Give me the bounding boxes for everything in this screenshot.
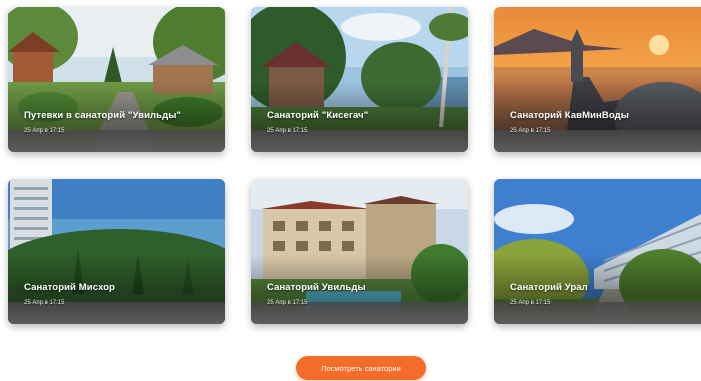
card-title: Санаторий "Кисегач" xyxy=(267,110,369,121)
card-date: 25 Апр в 17:15 xyxy=(267,128,308,134)
card-ural[interactable]: Санаторий Урал 25 Апр в 17:15 xyxy=(494,179,701,324)
card-title: Санаторий Увильды xyxy=(267,282,366,293)
card-mishor[interactable]: Санаторий Мисхор 25 Апр в 17:15 xyxy=(8,179,225,324)
card-title: Санаторий Урал xyxy=(510,282,588,293)
card-kavminvody[interactable]: Санаторий КавМинВоды 25 Апр в 17:15 xyxy=(494,7,701,152)
card-date: 25 Апр в 17:15 xyxy=(510,128,551,134)
card-title: Санаторий КавМинВоды xyxy=(510,110,629,121)
card-date: 25 Апр в 17:15 xyxy=(24,128,65,134)
card-uvildy-trips[interactable]: Путевки в санаторий "Увильды" 25 Апр в 1… xyxy=(8,7,225,152)
card-title: Санаторий Мисхор xyxy=(24,282,115,293)
view-sanatoriums-button[interactable]: Посмотреть санатории xyxy=(296,356,426,380)
card-date: 25 Апр в 17:15 xyxy=(510,300,551,306)
card-title: Путевки в санаторий "Увильды" xyxy=(24,110,182,121)
sanatorium-grid: Путевки в санаторий "Увильды" 25 Апр в 1… xyxy=(8,7,701,324)
card-kisegach[interactable]: Санаторий "Кисегач" 25 Апр в 17:15 xyxy=(251,7,468,152)
card-date: 25 Апр в 17:15 xyxy=(24,300,65,306)
card-date: 25 Апр в 17:15 xyxy=(267,300,308,306)
card-uvildy[interactable]: Санаторий Увильды 25 Апр в 17:15 xyxy=(251,179,468,324)
